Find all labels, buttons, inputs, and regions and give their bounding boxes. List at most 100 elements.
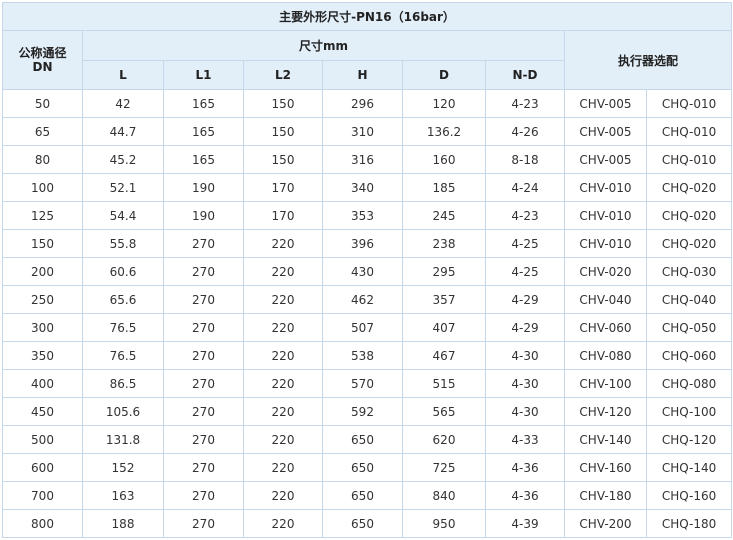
cell-d: 467 [402, 341, 486, 370]
cell-chv-actuator: CHV-005 [564, 145, 647, 174]
cell-chq-actuator: CHQ-060 [645, 341, 733, 370]
table-row: 80 45.2 165 150 316 160 8-18 CHV-005 CHQ-010 [2, 145, 733, 174]
cell-l1: 270 [163, 257, 244, 286]
cell-l: 76.5 [82, 313, 164, 342]
cell-chv-actuator: CHV-005 [564, 89, 647, 118]
cell-chv-actuator: CHV-160 [564, 453, 647, 482]
cell-l: 163 [82, 481, 164, 510]
cell-d: 407 [402, 313, 486, 342]
cell-n-d: 4-25 [485, 229, 565, 258]
cell-l: 86.5 [82, 369, 164, 398]
cell-l1: 190 [163, 201, 244, 230]
cell-n-d: 4-30 [485, 397, 565, 426]
cell-dn: 250 [2, 285, 83, 314]
cell-l2: 220 [243, 397, 323, 426]
cell-l1: 270 [163, 397, 244, 426]
table-row: 350 76.5 270 220 538 467 4-30 CHV-080 CHQ-060 [2, 341, 733, 370]
cell-l: 152 [82, 453, 164, 482]
cell-chv-actuator: CHV-080 [564, 341, 647, 370]
cell-chq-actuator: CHQ-120 [645, 425, 733, 454]
cell-dn: 80 [2, 145, 83, 174]
dn-header-line2: DN [32, 60, 53, 74]
cell-l2: 150 [243, 89, 323, 118]
table-row: 100 52.1 190 170 340 185 4-24 CHV-010 CHQ-020 [2, 173, 733, 202]
cell-l: 52.1 [82, 173, 164, 202]
cell-d: 238 [402, 229, 486, 258]
cell-d: 160 [402, 145, 486, 174]
cell-d: 185 [402, 173, 486, 202]
cell-chq-actuator: CHQ-100 [645, 397, 733, 426]
cell-l2: 150 [243, 145, 323, 174]
cell-l2: 220 [243, 229, 323, 258]
cell-d: 357 [402, 285, 486, 314]
cell-h: 538 [322, 341, 403, 370]
cell-chq-actuator: CHQ-010 [645, 117, 733, 146]
cell-l: 54.4 [82, 201, 164, 230]
cell-n-d: 4-39 [485, 509, 565, 538]
cell-n-d: 4-30 [485, 341, 565, 370]
cell-l1: 270 [163, 229, 244, 258]
cell-h: 340 [322, 173, 403, 202]
cell-l1: 190 [163, 173, 244, 202]
cell-chv-actuator: CHV-120 [564, 397, 647, 426]
cell-d: 120 [402, 89, 486, 118]
cell-l1: 270 [163, 453, 244, 482]
cell-dn: 450 [2, 397, 83, 426]
size-group-header: 尺寸mm [82, 30, 565, 61]
cell-l2: 170 [243, 201, 323, 230]
cell-chv-actuator: CHV-010 [564, 201, 647, 230]
cell-l1: 270 [163, 313, 244, 342]
column-header-l2: L2 [243, 60, 323, 90]
cell-l1: 270 [163, 369, 244, 398]
cell-dn: 100 [2, 173, 83, 202]
cell-d: 295 [402, 257, 486, 286]
cell-dn: 500 [2, 425, 83, 454]
cell-chv-actuator: CHV-010 [564, 229, 647, 258]
cell-l1: 165 [163, 145, 244, 174]
cell-l: 131.8 [82, 425, 164, 454]
cell-l1: 270 [163, 481, 244, 510]
cell-d: 136.2 [402, 117, 486, 146]
cell-l2: 220 [243, 369, 323, 398]
cell-chv-actuator: CHV-180 [564, 481, 647, 510]
cell-l2: 220 [243, 313, 323, 342]
cell-n-d: 4-30 [485, 369, 565, 398]
cell-l1: 270 [163, 285, 244, 314]
cell-dn: 200 [2, 257, 83, 286]
cell-chv-actuator: CHV-100 [564, 369, 647, 398]
cell-d: 515 [402, 369, 486, 398]
cell-h: 396 [322, 229, 403, 258]
cell-dn: 65 [2, 117, 83, 146]
cell-chv-actuator: CHV-010 [564, 173, 647, 202]
header-row-1: 公称通径 DN 尺寸mm 执行器选配 [2, 30, 733, 90]
cell-l: 42 [82, 89, 164, 118]
dimension-table: 主要外形尺寸-PN16（16bar） 公称通径 DN 尺寸mm 执行器选配 L … [1, 2, 733, 538]
cell-h: 650 [322, 509, 403, 538]
cell-l2: 220 [243, 285, 323, 314]
cell-l2: 220 [243, 481, 323, 510]
cell-chq-actuator: CHQ-030 [645, 257, 733, 286]
cell-h: 296 [322, 89, 403, 118]
cell-dn: 125 [2, 201, 83, 230]
dn-header-line1: 公称通径 [18, 46, 67, 60]
cell-d: 565 [402, 397, 486, 426]
table-row: 450 105.6 270 220 592 565 4-30 CHV-120 CHQ-100 [2, 397, 733, 426]
cell-l: 44.7 [82, 117, 164, 146]
table-row: 400 86.5 270 220 570 515 4-30 CHV-100 CHQ-080 [2, 369, 733, 398]
cell-l1: 270 [163, 341, 244, 370]
cell-d: 620 [402, 425, 486, 454]
cell-n-d: 4-36 [485, 453, 565, 482]
cell-l1: 270 [163, 509, 244, 538]
cell-chv-actuator: CHV-040 [564, 285, 647, 314]
dn-header: 公称通径 DN [2, 30, 83, 90]
cell-n-d: 4-33 [485, 425, 565, 454]
table-row: 250 65.6 270 220 462 357 4-29 CHV-040 CHQ-040 [2, 285, 733, 314]
cell-l: 76.5 [82, 341, 164, 370]
cell-l: 60.6 [82, 257, 164, 286]
cell-chq-actuator: CHQ-180 [645, 509, 733, 538]
table-row: 500 131.8 270 220 650 620 4-33 CHV-140 CHQ-120 [2, 425, 733, 454]
cell-dn: 300 [2, 313, 83, 342]
cell-h: 430 [322, 257, 403, 286]
cell-chq-actuator: CHQ-020 [645, 229, 733, 258]
cell-dn: 700 [2, 481, 83, 510]
